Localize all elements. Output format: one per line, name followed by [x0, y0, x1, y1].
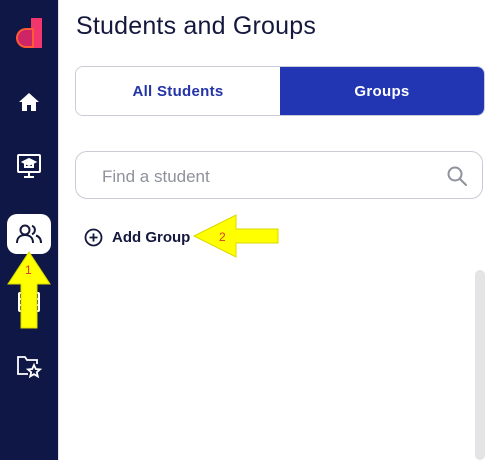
folder-star-icon — [17, 356, 43, 379]
scrollbar[interactable] — [475, 270, 485, 460]
annotation-number-2: 2 — [219, 230, 226, 244]
app-logo — [16, 18, 42, 48]
add-group-button[interactable]: Add Group — [84, 226, 190, 248]
users-icon — [16, 224, 42, 244]
plus-circle-icon — [84, 228, 103, 246]
search-input[interactable] — [100, 164, 424, 190]
classroom-icon — [17, 154, 41, 178]
tab-all-students[interactable]: All Students — [76, 67, 280, 115]
sidebar-item-students-groups[interactable] — [7, 214, 51, 254]
search-icon[interactable] — [446, 165, 468, 187]
page-title: Students and Groups — [76, 12, 317, 40]
annotation-number-1: 1 — [25, 263, 32, 277]
sidebar-item-home[interactable] — [7, 82, 51, 122]
annotation-arrow-left — [192, 214, 279, 258]
sidebar — [0, 0, 58, 460]
add-group-label: Add Group — [112, 228, 191, 246]
sidebar-item-classroom[interactable] — [7, 146, 51, 186]
sidebar-divider — [58, 0, 59, 460]
annotation-arrow-up — [7, 251, 51, 329]
sidebar-item-favorites-folder[interactable] — [7, 346, 51, 386]
home-icon — [19, 93, 39, 111]
view-tabs: All Students Groups — [75, 66, 485, 116]
search-box — [75, 151, 483, 199]
tab-groups[interactable]: Groups — [280, 67, 484, 115]
